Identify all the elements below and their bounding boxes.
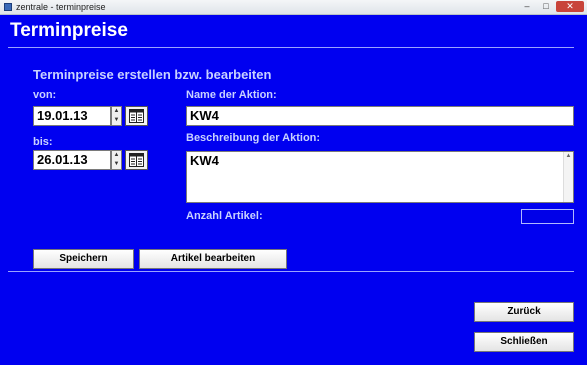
window-title: zentrale - terminpreise: [16, 2, 106, 12]
description-scrollbar[interactable]: ▲: [563, 152, 573, 202]
window-titlebar: zentrale - terminpreise – □ ✕: [0, 0, 587, 15]
von-calendar-button[interactable]: [125, 106, 148, 126]
bis-date-spinner[interactable]: ▲ ▼: [111, 150, 122, 170]
section-title: Terminpreise erstellen bzw. bearbeiten: [33, 67, 272, 82]
footer-divider: [8, 271, 574, 272]
bis-label: bis:: [33, 136, 53, 148]
close-button[interactable]: Schließen: [474, 332, 574, 352]
item-count-label: Anzahl Artikel:: [186, 210, 263, 222]
app-icon: [4, 3, 12, 11]
minimize-button[interactable]: –: [518, 1, 536, 12]
bis-date-input[interactable]: 26.01.13: [33, 150, 111, 170]
header-divider: [8, 47, 574, 48]
action-description-label: Beschreibung der Aktion:: [186, 132, 321, 144]
von-label: von:: [33, 89, 57, 101]
edit-items-button[interactable]: Artikel bearbeiten: [139, 249, 287, 269]
spin-down-icon[interactable]: ▼: [112, 160, 121, 169]
action-description-textarea[interactable]: KW4 ▲: [186, 151, 574, 203]
bis-calendar-button[interactable]: [125, 150, 148, 170]
action-name-label: Name der Aktion:: [186, 89, 277, 101]
spin-down-icon[interactable]: ▼: [112, 116, 121, 125]
action-name-input[interactable]: KW4: [186, 106, 574, 126]
close-window-button[interactable]: ✕: [556, 1, 584, 12]
calendar-icon: [129, 109, 144, 123]
item-count-value: [521, 209, 574, 224]
page-title: Terminpreise: [10, 20, 128, 41]
von-date-input[interactable]: 19.01.13: [33, 106, 111, 126]
spin-up-icon[interactable]: ▲: [112, 151, 121, 160]
back-button[interactable]: Zurück: [474, 302, 574, 322]
scroll-up-icon[interactable]: ▲: [564, 152, 573, 161]
von-date-spinner[interactable]: ▲ ▼: [111, 106, 122, 126]
action-description-text: KW4: [190, 153, 219, 168]
spin-up-icon[interactable]: ▲: [112, 107, 121, 116]
calendar-icon: [129, 153, 144, 167]
save-button[interactable]: Speichern: [33, 249, 134, 269]
maximize-button[interactable]: □: [537, 1, 555, 12]
